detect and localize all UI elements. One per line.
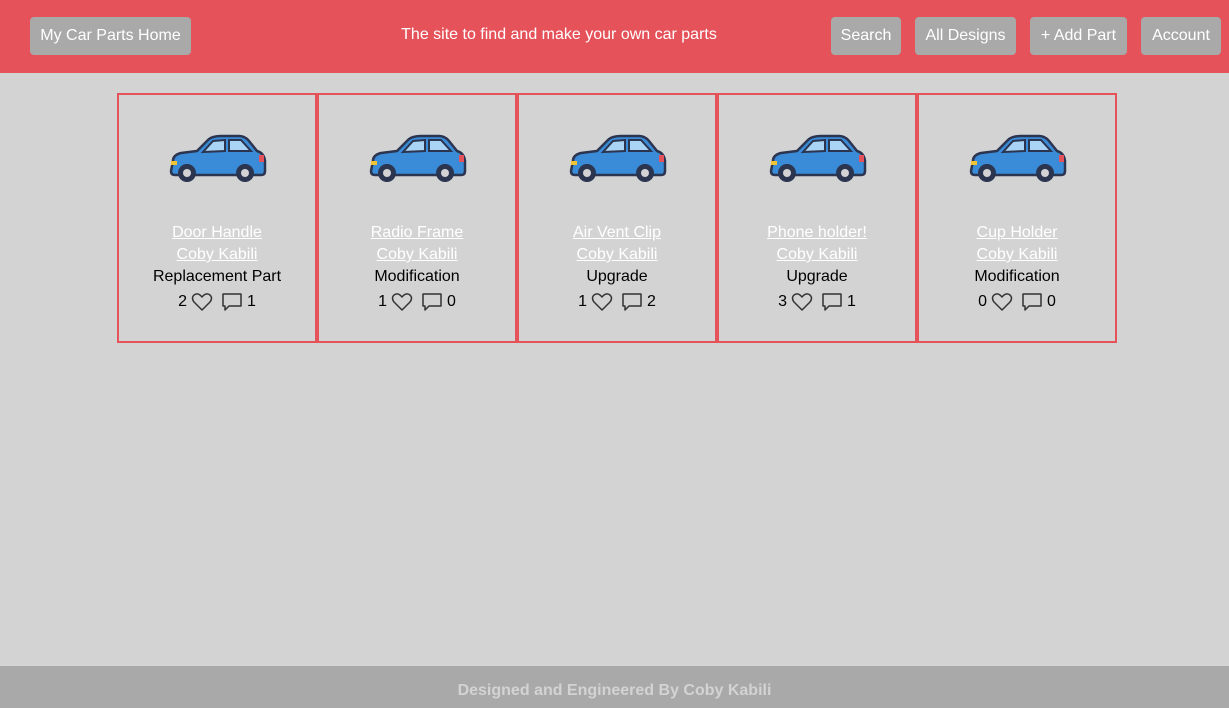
car-icon [767, 131, 867, 190]
heart-icon[interactable] [591, 292, 613, 312]
part-stats: 0 0 [978, 292, 1056, 312]
car-icon [567, 131, 667, 190]
part-card[interactable]: Door Handle Coby Kabili Replacement Part… [117, 93, 317, 343]
home-button[interactable]: My Car Parts Home [30, 17, 191, 55]
part-title-link[interactable]: Phone holder! [767, 222, 867, 244]
heart-icon[interactable] [191, 292, 213, 312]
account-button[interactable]: Account [1141, 17, 1221, 55]
add-part-button[interactable]: + Add Part [1030, 17, 1127, 55]
footer-credit: Designed and Engineered By Coby Kabili [457, 682, 772, 699]
like-count: 1 [378, 293, 387, 310]
like-count: 1 [578, 293, 587, 310]
comment-icon[interactable] [821, 292, 843, 312]
like-count: 3 [778, 293, 787, 310]
part-author-link[interactable]: Coby Kabili [377, 244, 458, 266]
part-title-link[interactable]: Cup Holder [977, 222, 1058, 244]
part-category: Upgrade [786, 268, 848, 285]
part-author-link[interactable]: Coby Kabili [977, 244, 1058, 266]
navbar: My Car Parts Home The site to find and m… [0, 0, 1229, 73]
part-title-link[interactable]: Door Handle [172, 222, 262, 244]
part-author-link[interactable]: Coby Kabili [577, 244, 658, 266]
part-category: Upgrade [586, 268, 648, 285]
part-card[interactable]: Radio Frame Coby Kabili Modification 1 0 [317, 93, 517, 343]
part-stats: 2 1 [178, 292, 256, 312]
heart-icon[interactable] [391, 292, 413, 312]
comment-count: 0 [1047, 293, 1056, 310]
car-icon [367, 131, 467, 190]
comment-icon[interactable] [421, 292, 443, 312]
part-title-link[interactable]: Air Vent Clip [573, 222, 661, 244]
part-title-link[interactable]: Radio Frame [371, 222, 463, 244]
comment-icon[interactable] [221, 292, 243, 312]
heart-icon[interactable] [991, 292, 1013, 312]
comment-count: 1 [847, 293, 856, 310]
part-card[interactable]: Cup Holder Coby Kabili Modification 0 0 [917, 93, 1117, 343]
part-card[interactable]: Phone holder! Coby Kabili Upgrade 3 1 [717, 93, 917, 343]
comment-count: 1 [247, 293, 256, 310]
footer: Designed and Engineered By Coby Kabili [0, 666, 1229, 708]
parts-grid: Door Handle Coby Kabili Replacement Part… [117, 93, 1117, 343]
part-stats: 1 0 [378, 292, 456, 312]
search-button[interactable]: Search [831, 17, 901, 55]
like-count: 0 [978, 293, 987, 310]
like-count: 2 [178, 293, 187, 310]
part-stats: 3 1 [778, 292, 856, 312]
part-card[interactable]: Air Vent Clip Coby Kabili Upgrade 1 2 [517, 93, 717, 343]
heart-icon[interactable] [791, 292, 813, 312]
part-author-link[interactable]: Coby Kabili [777, 244, 858, 266]
part-category: Modification [374, 268, 460, 285]
car-icon [967, 131, 1067, 190]
part-category: Modification [974, 268, 1060, 285]
part-category: Replacement Part [152, 268, 282, 285]
part-stats: 1 2 [578, 292, 656, 312]
comment-icon[interactable] [621, 292, 643, 312]
car-icon [167, 131, 267, 190]
all-designs-button[interactable]: All Designs [915, 17, 1016, 55]
site-tagline: The site to find and make your own car p… [401, 26, 717, 43]
comment-count: 2 [647, 293, 656, 310]
comment-icon[interactable] [1021, 292, 1043, 312]
part-author-link[interactable]: Coby Kabili [177, 244, 258, 266]
comment-count: 0 [447, 293, 456, 310]
